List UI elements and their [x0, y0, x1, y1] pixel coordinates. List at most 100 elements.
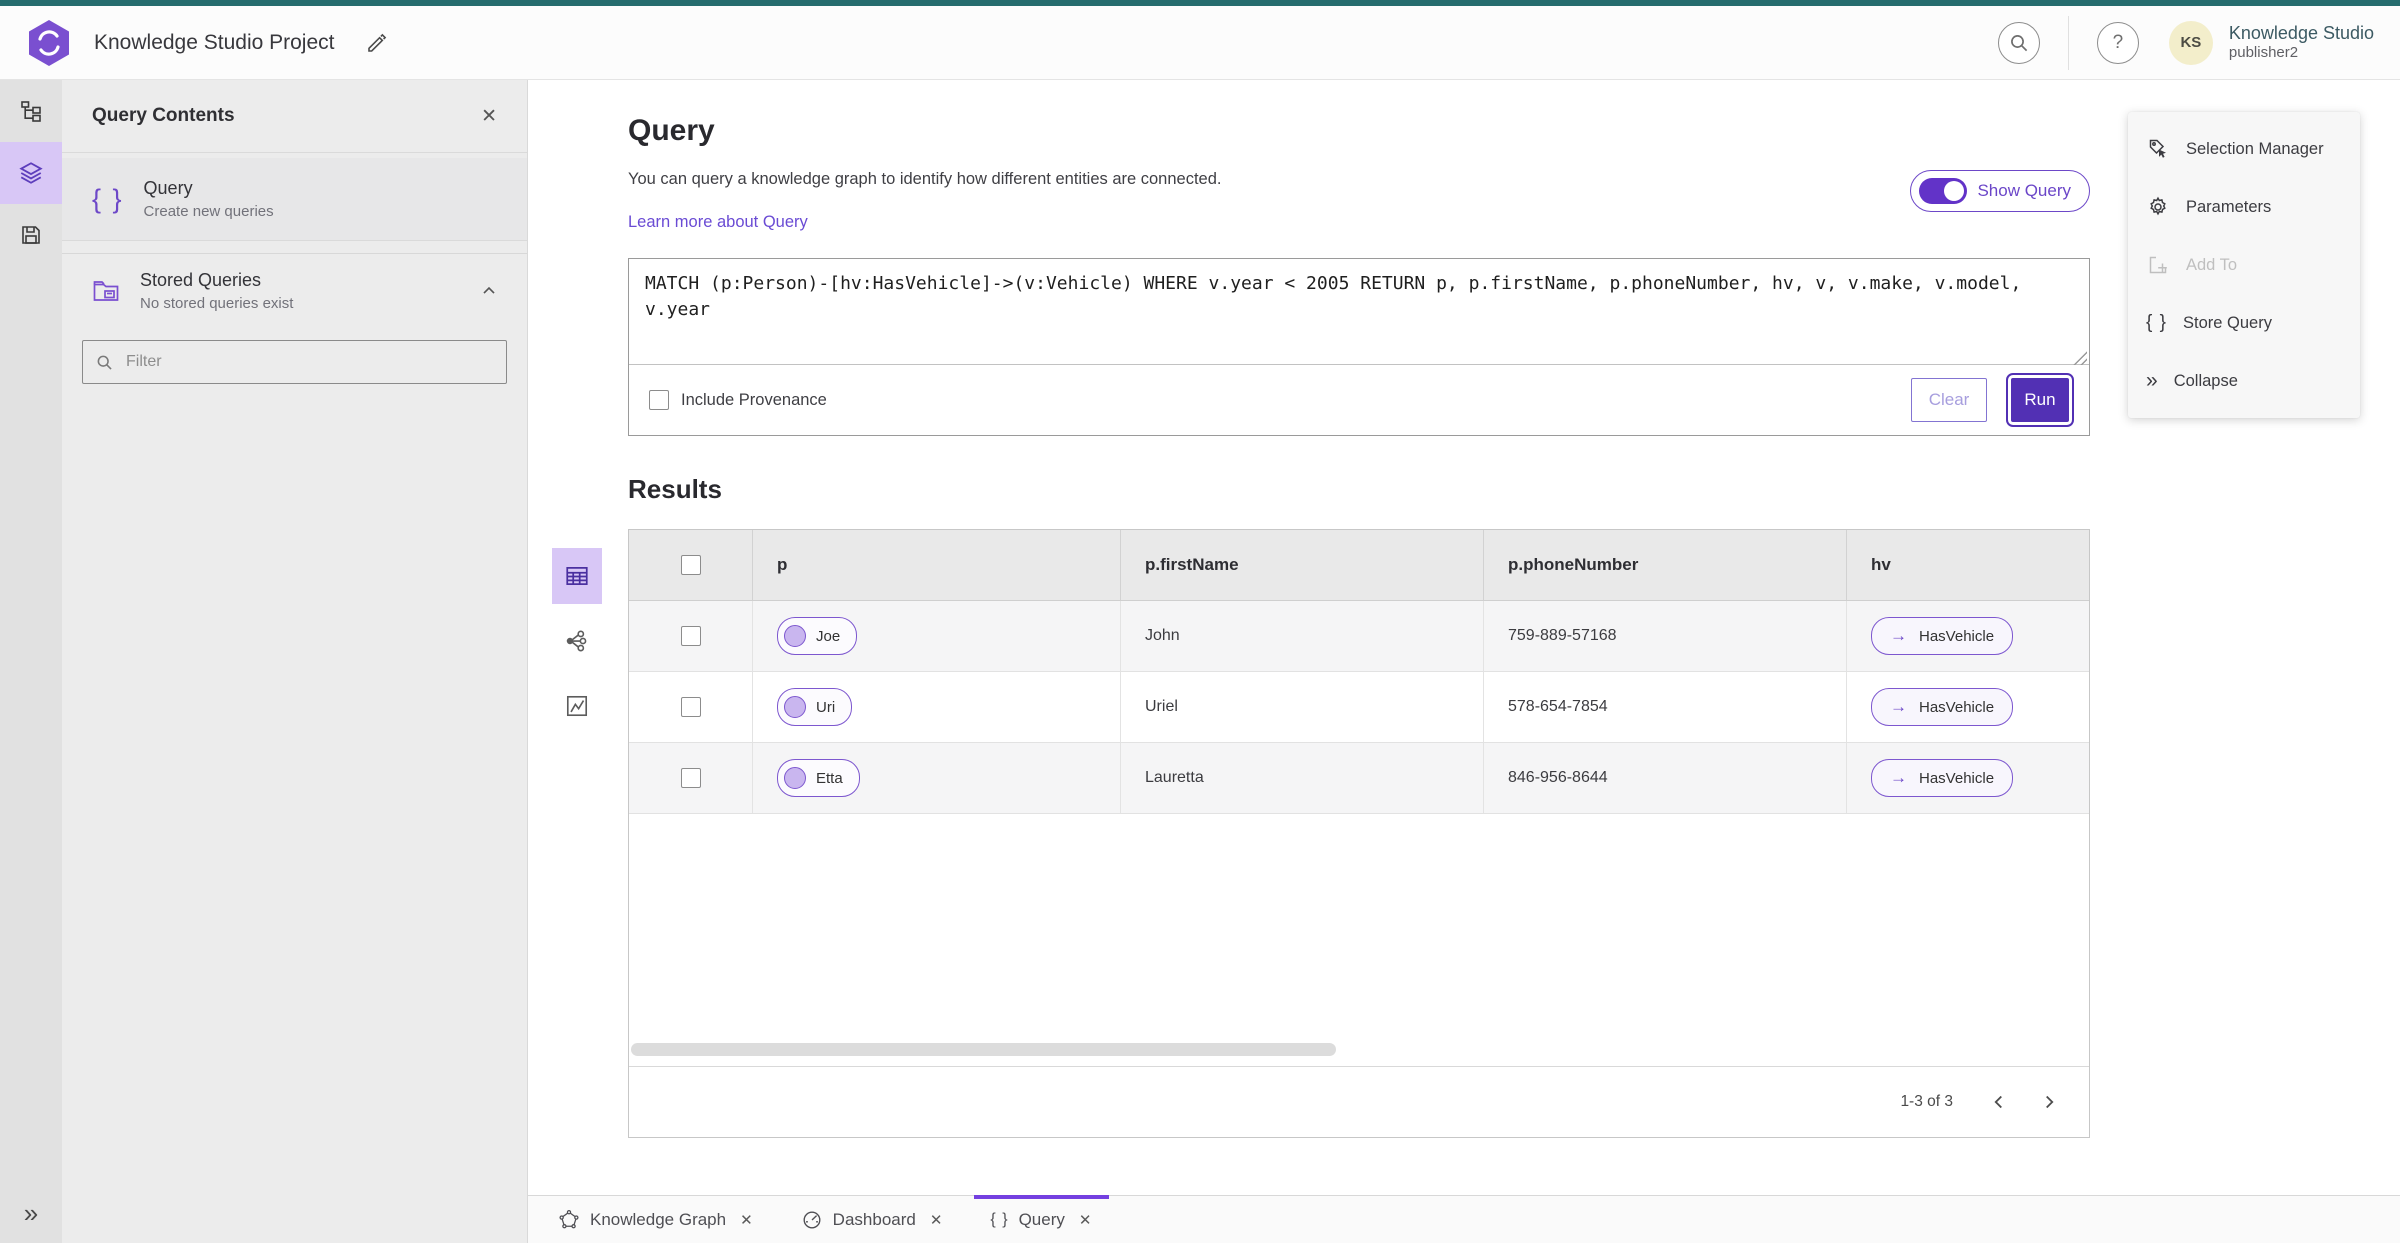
braces-icon: { }: [92, 183, 124, 214]
collapse-stored-button[interactable]: [475, 277, 503, 305]
page-title: Query: [628, 114, 715, 147]
table-view-button[interactable]: [552, 548, 602, 604]
run-button[interactable]: Run: [2006, 373, 2074, 427]
node-dot-icon: [784, 696, 806, 718]
edge-chip[interactable]: → HasVehicle: [1871, 617, 2014, 655]
sidebar-item-stored-queries[interactable]: Stored Queries No stored queries exist: [62, 253, 527, 328]
row-checkbox[interactable]: [680, 626, 701, 646]
query-input[interactable]: MATCH (p:Person)-[hv:HasVehicle]->(v:Veh…: [629, 259, 2089, 365]
column-header-p[interactable]: p: [753, 530, 1121, 600]
main-area: Query You can query a knowledge graph to…: [528, 80, 2400, 1195]
edge-chip[interactable]: → HasVehicle: [1871, 759, 2014, 797]
gear-icon: [2146, 195, 2170, 219]
learn-more-link[interactable]: Learn more about Query: [628, 213, 808, 232]
node-dot-icon: [784, 625, 806, 647]
query-actions-panel: Selection Manager Parameters Add To { } …: [2128, 112, 2360, 418]
cell-phone: 846-956-8644: [1484, 743, 1847, 813]
rail-hierarchy-button[interactable]: [0, 80, 62, 142]
search-button[interactable]: [1997, 21, 2040, 64]
column-header-hv[interactable]: hv: [1847, 530, 2089, 600]
intro-text: You can query a knowledge graph to ident…: [628, 170, 1221, 232]
edge-chip[interactable]: → HasVehicle: [1871, 688, 2014, 726]
node-chip[interactable]: Etta: [777, 759, 860, 797]
node-label: Etta: [816, 769, 843, 787]
tab-dashboard[interactable]: Dashboard ✕: [801, 1196, 945, 1243]
panel-title: Query Contents: [92, 105, 235, 126]
node-dot-icon: [784, 767, 806, 789]
chevron-right-icon: [2038, 1091, 2060, 1113]
cell-firstname: Lauretta: [1121, 743, 1484, 813]
cell-phone: 578-654-7854: [1484, 672, 1847, 742]
include-provenance-checkbox[interactable]: [649, 390, 669, 410]
table-row[interactable]: Etta Lauretta 846-956-8644 → HasVehicle: [629, 743, 2089, 814]
panel-header: Query Contents ✕: [62, 80, 527, 153]
dashboard-icon: [801, 1209, 823, 1231]
app-header: Knowledge Studio Project ? KS Knowledge …: [0, 6, 2400, 80]
store-query-label: Store Query: [2182, 313, 2272, 332]
row-checkbox[interactable]: [680, 768, 701, 788]
user-block: Knowledge Studio publisher2: [2229, 22, 2374, 63]
table-row[interactable]: Uri Uriel 578-654-7854 → HasVehicle: [629, 672, 2089, 743]
app-logo-icon[interactable]: [26, 18, 72, 68]
tab-label: Knowledge Graph: [590, 1209, 727, 1229]
pencil-icon: [365, 31, 389, 55]
graph-view-button[interactable]: [552, 613, 602, 669]
edge-arrow-icon: →: [1890, 626, 1907, 645]
username: publisher2: [2228, 44, 2299, 62]
view-toolbar: [552, 548, 602, 734]
edge-label: HasVehicle: [1919, 698, 1995, 716]
parameters-item[interactable]: Parameters: [2128, 178, 2360, 236]
filter-input[interactable]: [124, 352, 494, 372]
query-description: You can query a knowledge graph to ident…: [628, 170, 1222, 188]
query-footer: Include Provenance Clear Run: [629, 365, 2089, 435]
add-to-item: Add To: [2128, 236, 2360, 294]
select-all-checkbox[interactable]: [680, 555, 701, 575]
edge-label: HasVehicle: [1919, 627, 1995, 645]
hierarchy-icon: [19, 99, 43, 123]
query-item-subtitle: Create new queries: [143, 203, 274, 220]
collapse-item[interactable]: » Collapse: [2128, 352, 2360, 410]
results-title: Results: [628, 474, 722, 504]
previous-page-button[interactable]: [1981, 1084, 2017, 1120]
column-header-phonenumber[interactable]: p.phoneNumber: [1484, 530, 1847, 600]
rail-save-button[interactable]: [0, 204, 62, 266]
rail-expand-button[interactable]: »: [0, 1193, 62, 1233]
tab-query[interactable]: { } Query ✕: [974, 1195, 1110, 1243]
tab-knowledge-graph[interactable]: Knowledge Graph ✕: [558, 1196, 755, 1243]
chevron-up-icon: [479, 281, 499, 301]
filter-box: [82, 340, 507, 384]
stored-item-title: Stored Queries: [140, 270, 262, 290]
edit-title-button[interactable]: [361, 27, 393, 59]
rail-layers-button[interactable]: [0, 142, 62, 204]
sidebar-item-query[interactable]: { } Query Create new queries: [62, 158, 527, 241]
selection-manager-item[interactable]: Selection Manager: [2128, 120, 2360, 178]
row-checkbox[interactable]: [680, 697, 701, 717]
horizontal-scrollbar[interactable]: [631, 1043, 1336, 1056]
show-query-toggle[interactable]: [1919, 178, 1968, 204]
knowledge-graph-icon: [558, 1209, 580, 1231]
braces-icon: { }: [2146, 312, 2167, 333]
edge-arrow-icon: →: [1890, 768, 1907, 787]
tab-label: Dashboard: [832, 1209, 916, 1229]
collapse-label: Collapse: [2173, 371, 2238, 390]
node-chip[interactable]: Uri: [777, 688, 853, 726]
show-query-pill[interactable]: Show Query: [1910, 170, 2090, 212]
include-provenance-option[interactable]: Include Provenance: [649, 390, 827, 410]
pagination-range: 1-3 of 3: [1900, 1093, 1953, 1110]
product-name: Knowledge Studio: [2228, 22, 2374, 43]
next-page-button[interactable]: [2031, 1084, 2067, 1120]
avatar[interactable]: KS: [2168, 20, 2213, 65]
help-button[interactable]: ?: [2096, 21, 2139, 64]
clear-button[interactable]: Clear: [1911, 378, 1987, 422]
close-tab-icon[interactable]: ✕: [928, 1211, 945, 1229]
close-tab-icon[interactable]: ✕: [1077, 1211, 1094, 1229]
chart-view-button[interactable]: [552, 678, 602, 734]
close-tab-icon[interactable]: ✕: [738, 1211, 755, 1229]
column-header-firstname[interactable]: p.firstName: [1121, 530, 1484, 600]
node-chip[interactable]: Joe: [777, 617, 858, 655]
table-row[interactable]: Joe John 759-889-57168 → HasVehicle: [629, 601, 2089, 672]
table-header-row: p p.firstName p.phoneNumber hv: [629, 530, 2089, 601]
tab-label: Query: [1018, 1209, 1065, 1229]
close-panel-button[interactable]: ✕: [477, 103, 501, 130]
store-query-item[interactable]: { } Store Query: [2128, 294, 2360, 352]
